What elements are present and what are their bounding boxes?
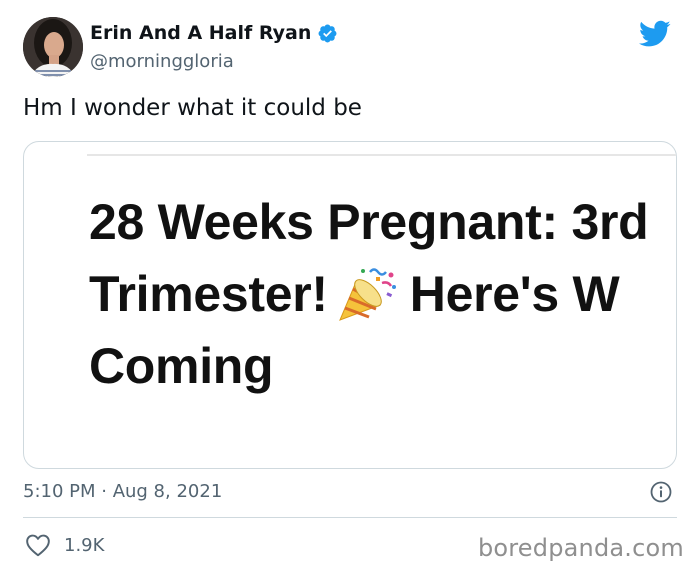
footer-divider bbox=[23, 517, 677, 518]
card-divider-line bbox=[87, 154, 676, 156]
party-popper-icon bbox=[336, 265, 398, 323]
avatar[interactable] bbox=[23, 17, 83, 77]
verified-badge-icon bbox=[317, 23, 338, 44]
author-name-row[interactable]: Erin And A Half Ryan bbox=[90, 22, 338, 44]
tweet-timestamp[interactable]: 5:10 PM · Aug 8, 2021 bbox=[23, 481, 222, 502]
headline-segment: Trimester! bbox=[89, 266, 328, 322]
headline-line-1: 28 Weeks Pregnant: 3rd bbox=[89, 194, 649, 250]
like-count: 1.9K bbox=[64, 534, 105, 556]
author-display-name[interactable]: Erin And A Half Ryan bbox=[90, 22, 311, 44]
info-icon[interactable] bbox=[650, 481, 672, 503]
like-button[interactable]: 1.9K bbox=[25, 533, 104, 557]
headline-line-3: Coming bbox=[89, 338, 274, 394]
headline-segment: Here's W bbox=[409, 266, 620, 322]
watermark: boredpanda.com bbox=[477, 534, 684, 562]
twitter-bird-icon[interactable] bbox=[639, 20, 671, 48]
headline-line-2: Trimester! Here's W bbox=[89, 258, 676, 330]
avatar-image bbox=[23, 17, 83, 77]
link-preview-card[interactable]: 28 Weeks Pregnant: 3rd Trimester! Here's… bbox=[23, 141, 677, 469]
card-headline: 28 Weeks Pregnant: 3rd Trimester! Here's… bbox=[89, 186, 676, 402]
tweet-text: Hm I wonder what it could be bbox=[23, 95, 362, 121]
author-handle[interactable]: @morninggloria bbox=[90, 51, 234, 72]
heart-icon[interactable] bbox=[25, 533, 51, 557]
